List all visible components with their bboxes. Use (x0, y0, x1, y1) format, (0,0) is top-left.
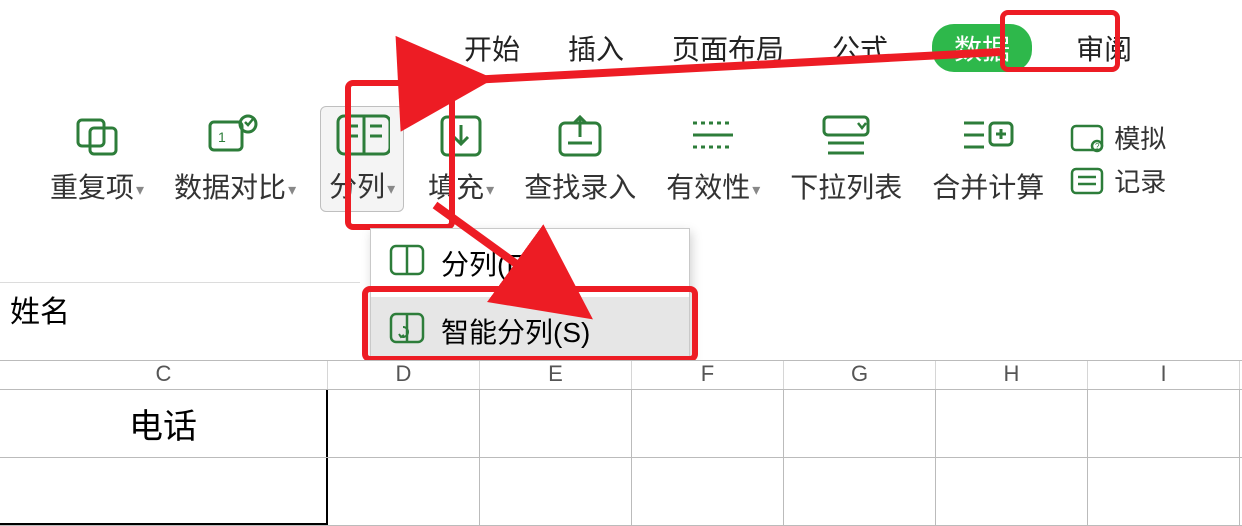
btn-compare[interactable]: 1 数据对比▾ (168, 110, 302, 208)
btn-simulate[interactable]: ? 模拟 (1068, 119, 1166, 156)
tab-start[interactable]: 开始 (460, 26, 524, 70)
btn-merge-calc-label: 合并计算 (932, 166, 1044, 206)
highlight-split-button (345, 80, 455, 230)
btn-dropdown-list[interactable]: 下拉列表 (784, 110, 908, 208)
find-entry-icon (552, 112, 608, 160)
col-header[interactable]: D (328, 361, 480, 389)
dropdown-item-split-label: 分列(E) (441, 243, 534, 283)
cell[interactable] (784, 458, 936, 525)
svg-text:?: ? (1095, 142, 1100, 151)
btn-duplicates-label: 重复项 (50, 172, 134, 203)
simulate-icon: ? (1068, 121, 1106, 155)
col-header[interactable]: G (784, 361, 936, 389)
btn-record[interactable]: 记录 (1068, 162, 1166, 199)
col-header[interactable]: E (480, 361, 632, 389)
cell[interactable] (784, 390, 936, 457)
cell[interactable] (0, 458, 328, 525)
validity-icon (685, 112, 741, 160)
btn-duplicates[interactable]: 重复项▾ (44, 110, 150, 208)
col-header[interactable]: C (0, 361, 328, 389)
formula-bar[interactable]: 姓名 (0, 282, 360, 335)
cell[interactable] (328, 390, 480, 457)
table-row: 电话 (0, 390, 1242, 458)
tab-formula[interactable]: 公式 (828, 26, 892, 70)
btn-validity[interactable]: 有效性▾ (660, 110, 766, 208)
btn-merge-calc[interactable]: 合并计算 (926, 110, 1050, 208)
cell[interactable] (480, 458, 632, 525)
cell[interactable] (632, 390, 784, 457)
btn-simulate-label: 模拟 (1114, 119, 1166, 156)
column-headers: C D E F G H I (0, 360, 1242, 390)
split-small-icon (389, 244, 425, 283)
cell[interactable] (480, 390, 632, 457)
svg-text:1: 1 (218, 129, 226, 145)
col-header[interactable]: I (1088, 361, 1240, 389)
chevron-down-icon: ▾ (486, 182, 494, 199)
record-icon (1068, 164, 1106, 198)
ribbon: 重复项▾ 1 数据对比▾ 分列▾ 填充▾ 查找录入 有效性▾ 下拉 (0, 96, 1242, 222)
merge-calc-icon (960, 112, 1016, 160)
btn-dropdown-list-label: 下拉列表 (790, 166, 902, 206)
duplicates-icon (69, 112, 125, 160)
btn-validity-label: 有效性 (666, 172, 750, 203)
highlight-smart-split (362, 286, 698, 362)
col-header[interactable]: F (632, 361, 784, 389)
cell[interactable] (936, 458, 1088, 525)
grid-body: 电话 (0, 390, 1242, 524)
btn-find-entry[interactable]: 查找录入 (518, 110, 642, 208)
chevron-down-icon: ▾ (288, 182, 296, 199)
compare-icon: 1 (207, 112, 263, 160)
table-row (0, 458, 1242, 526)
cell[interactable] (1088, 458, 1240, 525)
cell[interactable]: 电话 (0, 390, 328, 457)
tab-insert[interactable]: 插入 (564, 26, 628, 70)
col-header[interactable]: H (936, 361, 1088, 389)
dropdown-list-icon (818, 112, 874, 160)
cell[interactable] (328, 458, 480, 525)
tab-layout[interactable]: 页面布局 (668, 26, 788, 70)
cell[interactable] (936, 390, 1088, 457)
cell[interactable] (1088, 390, 1240, 457)
chevron-down-icon: ▾ (752, 182, 760, 199)
chevron-down-icon: ▾ (136, 182, 144, 199)
btn-compare-label: 数据对比 (174, 172, 286, 203)
btn-record-label: 记录 (1114, 162, 1166, 199)
btn-find-entry-label: 查找录入 (524, 166, 636, 206)
formula-bar-text: 姓名 (10, 296, 70, 329)
highlight-data-tab (1000, 10, 1120, 72)
cell[interactable] (632, 458, 784, 525)
